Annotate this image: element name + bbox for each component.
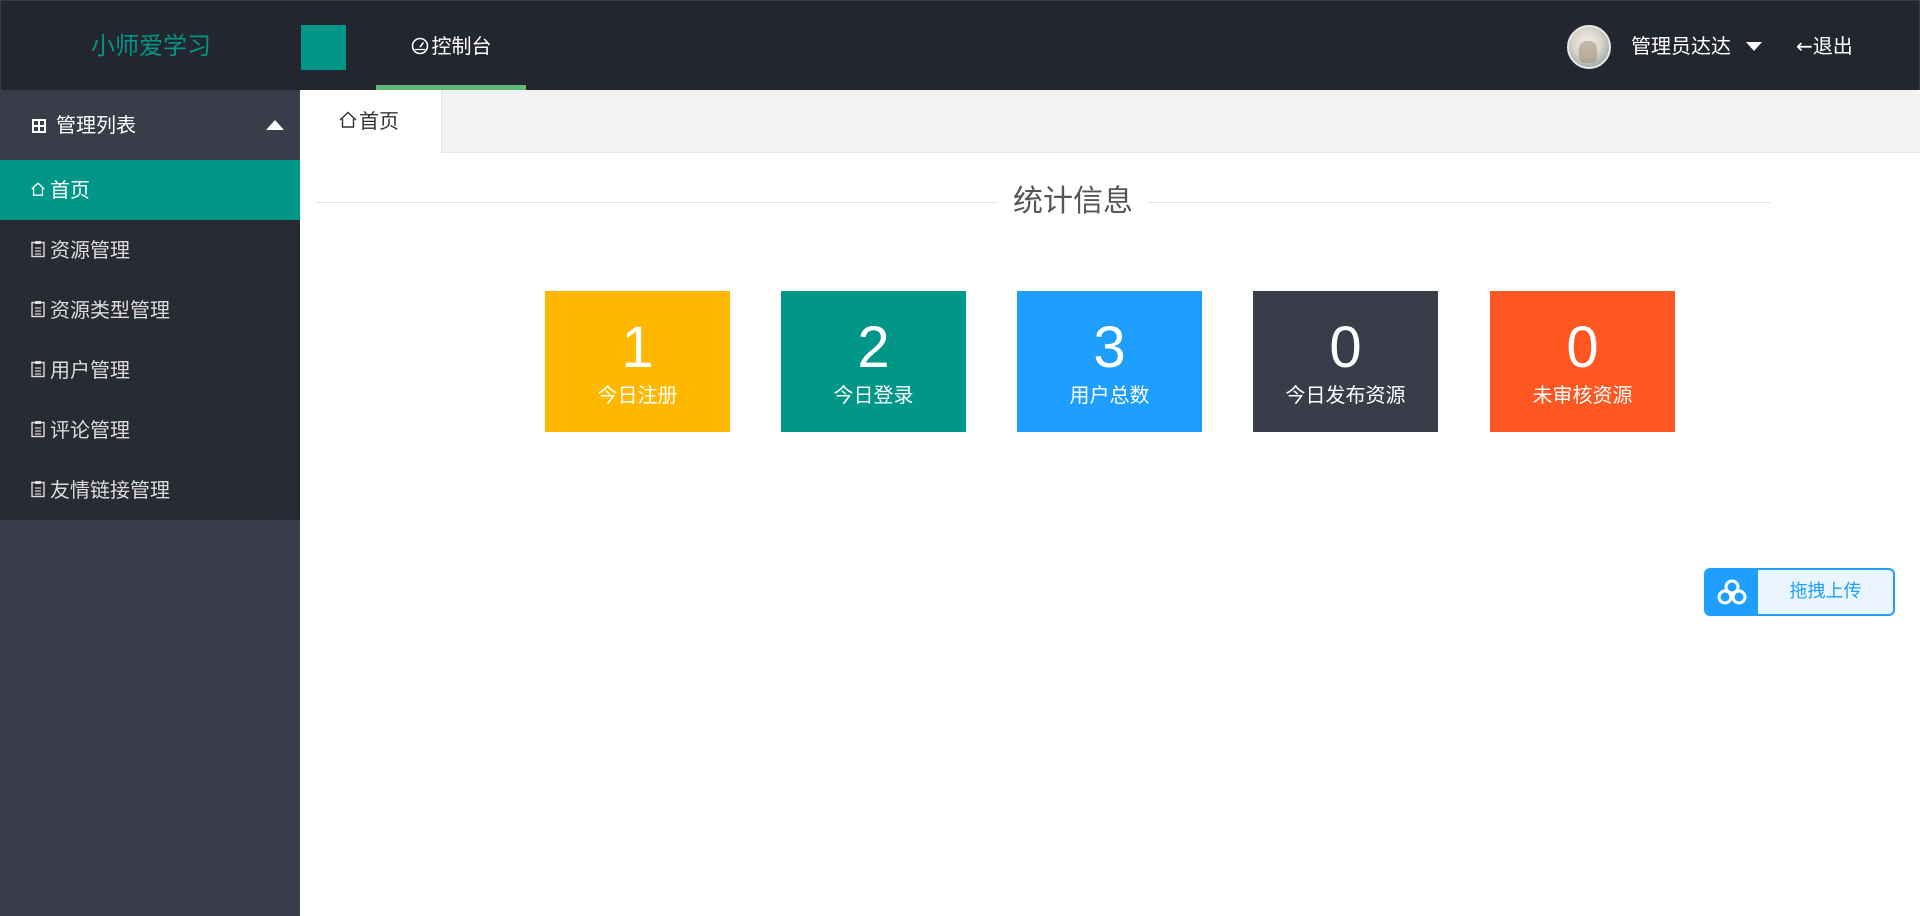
cloud-upload-icon	[1706, 570, 1758, 614]
stat-label: 今日发布资源	[1285, 383, 1406, 407]
drag-upload-button[interactable]: 拖拽上传	[1704, 568, 1895, 616]
sidebar-item-label: 首页	[50, 178, 90, 202]
app-logo[interactable]: 小师爱学习	[1, 1, 301, 91]
chevron-down-icon[interactable]	[1746, 42, 1762, 51]
stats-title: 统计信息	[1013, 184, 1133, 219]
clipboard-icon	[31, 421, 45, 438]
stat-label: 未审核资源	[1532, 383, 1633, 407]
stat-label: 今日登录	[833, 383, 914, 407]
top-header: 小师爱学习 控制台 管理员达达 ←退出	[0, 0, 1920, 91]
sidebar: 管理列表 首页 资源管理 资源类型管理 用户管理 评论管理 友情链接管理	[0, 90, 300, 916]
stat-card-today-logins: 2 今日登录	[781, 291, 966, 432]
divider	[1148, 202, 1771, 203]
sidebar-item-resources[interactable]: 资源管理	[0, 220, 300, 280]
sidebar-heading-label: 管理列表	[56, 113, 136, 137]
stat-value: 3	[1093, 315, 1126, 380]
sidebar-item-label: 资源类型管理	[50, 298, 170, 322]
home-icon	[31, 182, 45, 196]
dashboard-icon	[411, 37, 428, 55]
sidebar-item-resource-types[interactable]: 资源类型管理	[0, 280, 300, 340]
sidebar-menu: 首页 资源管理 资源类型管理 用户管理 评论管理 友情链接管理	[0, 160, 300, 520]
stat-card-total-users: 3 用户总数	[1017, 291, 1202, 432]
clipboard-icon	[31, 481, 45, 498]
sidebar-item-label: 评论管理	[50, 418, 130, 442]
sidebar-item-label: 资源管理	[50, 238, 130, 262]
clipboard-icon	[31, 361, 45, 378]
stat-label: 用户总数	[1069, 383, 1150, 407]
stat-card-today-published: 0 今日发布资源	[1253, 291, 1438, 432]
sidebar-item-friend-links[interactable]: 友情链接管理	[0, 460, 300, 520]
sidebar-item-home[interactable]: 首页	[0, 160, 300, 220]
tab-home-label: 首页	[359, 109, 399, 133]
drag-upload-label: 拖拽上传	[1789, 581, 1862, 602]
tab-bar: 首页	[300, 90, 1920, 153]
home-icon	[339, 111, 357, 128]
clipboard-icon	[31, 301, 45, 318]
grid-icon	[32, 119, 46, 133]
clipboard-icon	[31, 241, 45, 258]
stat-card-unreviewed: 0 未审核资源	[1490, 291, 1675, 432]
divider	[315, 202, 998, 203]
stat-label: 今日注册	[597, 383, 678, 407]
stat-card-today-registrations: 1 今日注册	[545, 291, 730, 432]
logout-button[interactable]: ←退出	[1796, 1, 1853, 91]
sidebar-item-comments[interactable]: 评论管理	[0, 400, 300, 460]
tab-home[interactable]: 首页	[300, 90, 442, 153]
sidebar-item-label: 友情链接管理	[50, 478, 170, 502]
chevron-up-icon	[266, 120, 284, 130]
stat-value: 0	[1329, 315, 1362, 380]
avatar[interactable]	[1567, 25, 1611, 69]
main-content: 统计信息 1 今日注册 2 今日登录 3 用户总数 0 今日发布资源 0 未审核…	[300, 153, 1920, 916]
stat-value: 2	[857, 315, 890, 380]
stat-value: 0	[1566, 315, 1599, 380]
sidebar-item-users[interactable]: 用户管理	[0, 340, 300, 400]
sidebar-item-label: 用户管理	[50, 358, 130, 382]
stat-value: 1	[621, 315, 654, 380]
admin-name-dropdown[interactable]: 管理员达达	[1631, 1, 1731, 91]
sidebar-menu-heading[interactable]: 管理列表	[0, 90, 300, 160]
sidebar-toggle-button[interactable]	[301, 25, 346, 70]
nav-console-tab[interactable]: 控制台	[376, 1, 526, 91]
nav-console-label: 控制台	[431, 34, 492, 58]
